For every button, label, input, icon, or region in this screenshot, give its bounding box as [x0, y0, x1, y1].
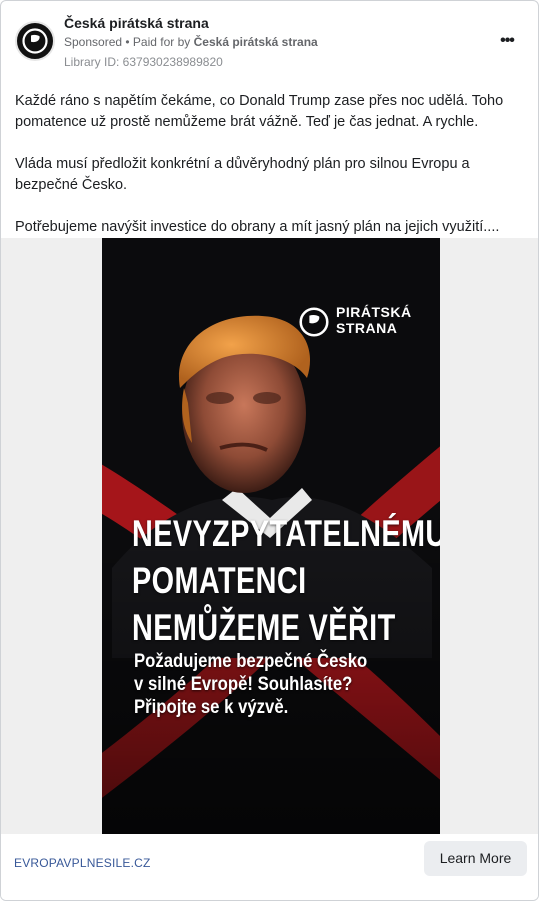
ad-footer: EVROPAVPLNESILE.CZ Learn More	[1, 834, 538, 900]
ad-card: Česká pirátská strana Sponsored • Paid f…	[0, 0, 539, 901]
subtext-line: v silné Evropě! Souhlasíte?	[134, 674, 353, 695]
creative-subtext: Požadujeme bezpečné Česko v silné Evropě…	[134, 650, 398, 719]
brand-text: PIRÁTSKÁ STRANA	[336, 304, 412, 336]
subtext-line: Požadujeme bezpečné Česko	[134, 651, 368, 672]
brand-line: PIRÁTSKÁ	[336, 304, 412, 320]
subtext-line: Připojte se k výzvě.	[134, 697, 289, 718]
paid-for-prefix: • Paid for by	[122, 35, 194, 49]
headline-line: POMATENCI	[132, 560, 307, 601]
pirate-flag-icon	[299, 307, 329, 337]
page-name[interactable]: Česká pirátská strana	[64, 15, 209, 31]
more-dots-icon[interactable]: •••	[493, 31, 521, 51]
creative-headline: NEVYZPYTATELNÉMU POMATENCI NEMŮŽEME VĚŘI…	[132, 510, 440, 651]
brand-logo: PIRÁTSKÁ STRANA	[299, 304, 419, 338]
link-domain[interactable]: EVROPAVPLNESILE.CZ	[14, 856, 151, 870]
body-paragraph: Každé ráno s napětím čekáme, co Donald T…	[15, 93, 504, 130]
media-frame: PIRÁTSKÁ STRANA NEVYZPYTATELNÉMU POMATEN…	[1, 238, 538, 834]
ad-creative[interactable]: PIRÁTSKÁ STRANA NEVYZPYTATELNÉMU POMATEN…	[102, 238, 440, 834]
headline-line: NEVYZPYTATELNÉMU	[132, 513, 440, 554]
body-paragraph: Vláda musí předložit konkrétní a důvěryh…	[15, 156, 470, 193]
brand-line: STRANA	[336, 320, 398, 336]
page-avatar[interactable]	[15, 21, 55, 61]
post-body: Každé ráno s napětím čekáme, co Donald T…	[15, 91, 527, 259]
library-id: Library ID: 637930238989820	[64, 55, 223, 69]
learn-more-button[interactable]: Learn More	[424, 841, 527, 876]
paid-for-name[interactable]: Česká pirátská strana	[194, 35, 318, 49]
headline-line: NEMŮŽEME VĚŘIT	[132, 607, 396, 648]
sponsored-label: Sponsored	[64, 35, 123, 49]
body-paragraph: Potřebujeme navýšit investice do obrany …	[15, 219, 500, 235]
pirate-flag-icon	[22, 28, 48, 54]
post-header: Česká pirátská strana Sponsored • Paid f…	[1, 1, 538, 81]
sponsored-line: Sponsored • Paid for by Česká pirátská s…	[64, 35, 318, 49]
